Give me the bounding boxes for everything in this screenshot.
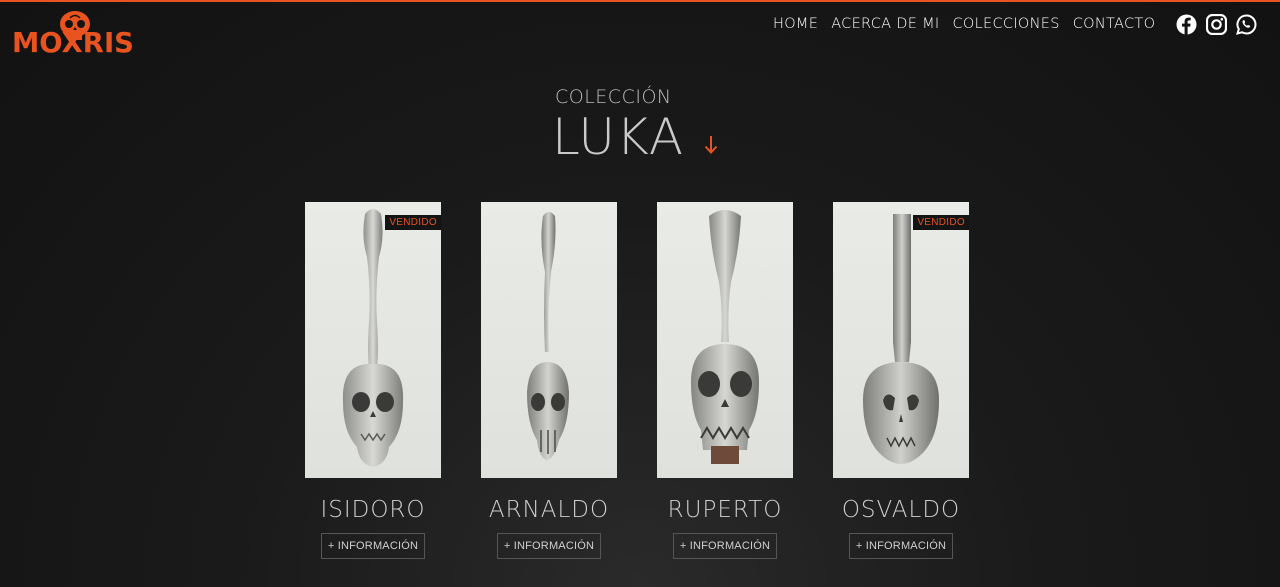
social-links: [1176, 13, 1257, 36]
nav-acerca-de-mi[interactable]: ACERCA DE MI: [831, 16, 939, 32]
site-header: MOXRIS HOME ACERCA DE MI COLECCIONES CON…: [0, 2, 1280, 59]
instagram-icon[interactable]: [1205, 13, 1228, 36]
product-card: VENDIDO ISIDORO + INFORMACIÓN: [305, 202, 441, 559]
product-card: VENDIDO OSVALDO + INFORMACIÓN: [833, 202, 969, 559]
facebook-icon[interactable]: [1176, 14, 1197, 35]
more-info-button[interactable]: + INFORMACIÓN: [848, 533, 954, 559]
product-name: RUPERTO: [667, 497, 783, 523]
whatsapp-icon[interactable]: [1236, 14, 1257, 35]
product-grid: VENDIDO ISIDORO + INFORMACIÓN ARNALDO + …: [305, 202, 969, 559]
product-name: OSVALDO: [841, 497, 961, 523]
product-image[interactable]: VENDIDO: [833, 202, 969, 478]
arrow-down-icon[interactable]: [703, 134, 719, 156]
product-name: ISIDORO: [320, 497, 426, 523]
product-card: RUPERTO + INFORMACIÓN: [657, 202, 793, 559]
nav-contacto[interactable]: CONTACTO: [1073, 16, 1156, 32]
product-name: ARNALDO: [488, 497, 610, 523]
more-info-button[interactable]: + INFORMACIÓN: [496, 533, 602, 559]
product-card: ARNALDO + INFORMACIÓN: [481, 202, 617, 559]
more-info-button[interactable]: + INFORMACIÓN: [320, 533, 426, 559]
sold-badge: VENDIDO: [913, 215, 969, 230]
nav-colecciones[interactable]: COLECCIONES: [952, 16, 1059, 32]
sold-badge: VENDIDO: [385, 215, 441, 230]
logo-text: MOXRIS: [12, 26, 134, 59]
brand-logo[interactable]: MOXRIS: [12, 10, 134, 59]
product-image[interactable]: [657, 202, 793, 478]
collection-title: LUKA: [552, 108, 685, 166]
more-info-button[interactable]: + INFORMACIÓN: [672, 533, 778, 559]
product-image[interactable]: [481, 202, 617, 478]
nav-home[interactable]: HOME: [773, 16, 818, 32]
collection-label: COLECCIÓN: [555, 86, 672, 108]
main-nav: HOME ACERCA DE MI COLECCIONES CONTACTO: [773, 16, 1155, 32]
product-image[interactable]: VENDIDO: [305, 202, 441, 478]
